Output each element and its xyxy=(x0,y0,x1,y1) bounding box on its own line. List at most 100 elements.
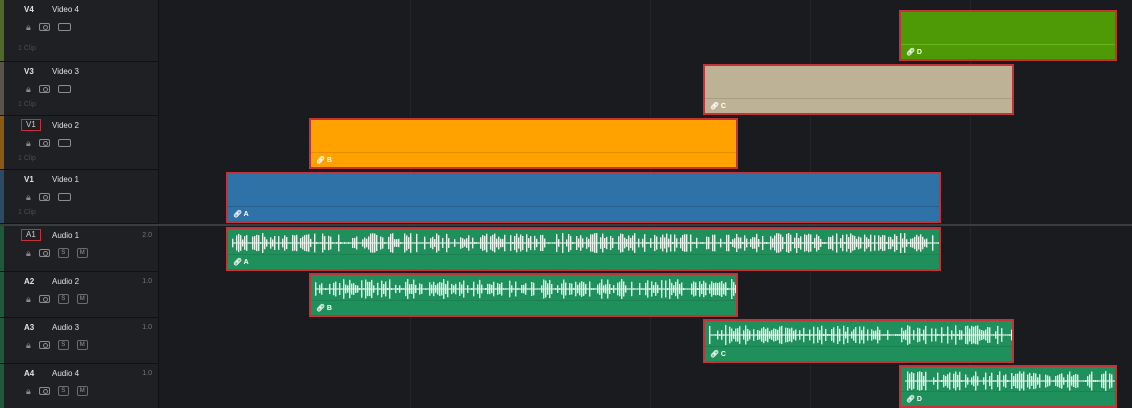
waveform-bar xyxy=(981,330,983,340)
waveform-bar xyxy=(361,280,363,298)
waveform-bar xyxy=(396,239,398,247)
lock-icon[interactable]: 🔒︎ xyxy=(26,84,31,94)
waveform-bar xyxy=(919,328,921,342)
timeline-area[interactable]: 🔗︎ D 🔗︎ C 🔗︎ B 🔗︎ A 🔗︎ A 🔗︎ B 🔗︎ C 🔗︎ D xyxy=(159,0,1132,408)
clip-a3-c[interactable]: 🔗︎ C xyxy=(703,319,1014,363)
auto-select-icon[interactable] xyxy=(38,295,50,303)
clip-a2-b[interactable]: 🔗︎ B xyxy=(309,273,738,317)
track-name[interactable]: Audio 3 xyxy=(52,323,79,333)
track-name[interactable]: Video 4 xyxy=(52,5,79,15)
clip-v4-d[interactable]: 🔗︎ D xyxy=(899,10,1117,61)
waveform-bar xyxy=(907,371,909,391)
audio-waveform xyxy=(232,233,939,253)
track-header-a4[interactable]: A4 Audio 4 1.0 🔒︎ S M xyxy=(0,364,158,408)
clip-name: B xyxy=(326,157,332,164)
lock-icon[interactable]: 🔒︎ xyxy=(26,294,31,304)
track-visibility-icon[interactable] xyxy=(57,139,71,147)
clip-v1-a[interactable]: 🔗︎ A xyxy=(226,172,941,223)
waveform-bar xyxy=(701,283,703,295)
waveform-bar xyxy=(507,288,509,290)
waveform-bar xyxy=(431,284,433,294)
waveform-bar xyxy=(889,334,891,336)
mute-button[interactable]: M xyxy=(76,386,88,396)
waveform-bar xyxy=(963,380,965,382)
lock-icon[interactable]: 🔒︎ xyxy=(26,386,31,396)
mute-button[interactable]: M xyxy=(76,340,88,350)
waveform-bar xyxy=(817,327,819,343)
waveform-bar xyxy=(655,282,657,296)
track-id[interactable]: A1 xyxy=(21,229,41,241)
waveform-bar xyxy=(959,330,961,340)
track-name[interactable]: Audio 2 xyxy=(52,277,79,287)
waveform-bar xyxy=(413,279,415,299)
clip-track-line xyxy=(311,152,736,153)
track-name[interactable]: Video 1 xyxy=(52,175,79,185)
waveform-bar xyxy=(941,379,943,383)
track-id[interactable]: V1 xyxy=(21,119,41,131)
solo-button[interactable]: S xyxy=(57,248,69,258)
waveform-bar xyxy=(714,234,716,252)
track-name[interactable]: Video 2 xyxy=(52,121,79,131)
waveform-bar xyxy=(973,326,975,344)
clip-a1-a[interactable]: 🔗︎ A xyxy=(226,227,941,271)
lock-icon[interactable]: 🔒︎ xyxy=(26,248,31,258)
auto-select-icon[interactable] xyxy=(38,387,50,395)
waveform-bar xyxy=(868,238,870,248)
waveform-bar xyxy=(834,242,836,244)
video-audio-separator[interactable] xyxy=(0,224,1132,226)
waveform-bar xyxy=(735,328,737,342)
mute-button[interactable]: M xyxy=(76,294,88,304)
track-header-v4[interactable]: V4 Video 4 🔒︎ 1 Clip xyxy=(0,0,158,62)
waveform-bar xyxy=(452,242,454,244)
track-header-a3[interactable]: A3 Audio 3 1.0 🔒︎ S M xyxy=(0,318,158,364)
waveform-bar xyxy=(435,285,437,293)
auto-select-icon[interactable] xyxy=(38,341,50,349)
track-color-stripe xyxy=(0,226,4,271)
clip-v3-c[interactable]: 🔗︎ C xyxy=(703,64,1014,115)
waveform-bar xyxy=(526,234,528,252)
auto-select-icon[interactable] xyxy=(38,85,50,93)
clip-v2-b[interactable]: 🔗︎ B xyxy=(309,118,738,169)
waveform-bar xyxy=(1069,371,1071,391)
track-header-v3[interactable]: V3 Video 3 🔒︎ 1 Clip xyxy=(0,62,158,116)
track-header-a1[interactable]: A1 Audio 1 2.0 🔒︎ S M xyxy=(0,226,158,272)
auto-select-icon[interactable] xyxy=(38,193,50,201)
waveform-bar xyxy=(511,285,513,293)
lock-icon[interactable]: 🔒︎ xyxy=(26,22,31,32)
lock-icon[interactable]: 🔒︎ xyxy=(26,138,31,148)
track-header-v2[interactable]: V1 Video 2 🔒︎ 1 Clip xyxy=(0,116,158,170)
waveform-bar xyxy=(621,279,623,299)
waveform-bar xyxy=(849,334,851,336)
waveform-bar xyxy=(715,282,717,296)
waveform-bar xyxy=(400,242,402,244)
track-name[interactable]: Video 3 xyxy=(52,67,79,77)
clip-a4-d[interactable]: 🔗︎ D xyxy=(899,365,1117,408)
lock-icon[interactable]: 🔒︎ xyxy=(26,192,31,202)
waveform-bar xyxy=(284,235,286,251)
track-name[interactable]: Audio 4 xyxy=(52,369,79,379)
solo-button[interactable]: S xyxy=(57,294,69,304)
auto-select-icon[interactable] xyxy=(38,23,50,31)
track-visibility-icon[interactable] xyxy=(57,193,71,201)
waveform-bar xyxy=(240,235,242,251)
waveform-bar xyxy=(1107,380,1109,382)
waveform-bar xyxy=(822,242,824,244)
track-visibility-icon[interactable] xyxy=(57,23,71,31)
mute-button[interactable]: M xyxy=(76,248,88,258)
track-name[interactable]: Audio 1 xyxy=(52,231,79,241)
lock-icon[interactable]: 🔒︎ xyxy=(26,340,31,350)
track-header-a2[interactable]: A2 Audio 2 1.0 🔒︎ S M xyxy=(0,272,158,318)
waveform-bar xyxy=(688,242,690,244)
solo-button[interactable]: S xyxy=(57,340,69,350)
waveform-bar xyxy=(887,330,889,340)
waveform-bar xyxy=(783,334,785,336)
waveform-bar xyxy=(805,334,807,336)
waveform-bar xyxy=(804,234,806,252)
track-visibility-icon[interactable] xyxy=(57,85,71,93)
auto-select-icon[interactable] xyxy=(38,249,50,257)
waveform-bar xyxy=(672,241,674,245)
clip-label: 🔗︎ C xyxy=(710,103,726,110)
solo-button[interactable]: S xyxy=(57,386,69,396)
track-header-v1[interactable]: V1 Video 1 🔒︎ 1 Clip xyxy=(0,170,158,224)
auto-select-icon[interactable] xyxy=(38,139,50,147)
